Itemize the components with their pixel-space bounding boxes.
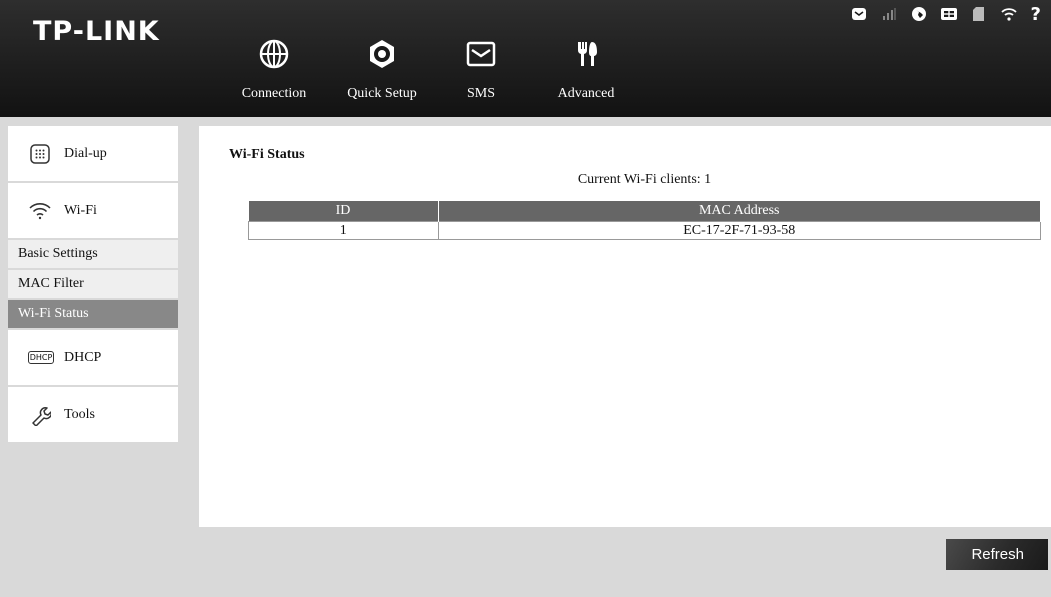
nav-advanced-label: Advanced (557, 86, 615, 101)
quick-setup-icon (370, 40, 394, 68)
sidebar-item-dialup[interactable]: Dial-up (8, 126, 178, 183)
wrench-icon (28, 403, 52, 427)
wifi-clients-table: ID MAC Address 1 EC-17-2F-71-93-58 (248, 201, 1041, 240)
sd-card-icon (971, 6, 987, 22)
wifi-icon (1000, 6, 1017, 22)
sim-icon (940, 6, 957, 22)
nav-connection-label: Connection (241, 86, 307, 101)
sidebar-subitem-basic-settings[interactable]: Basic Settings (8, 240, 178, 270)
sidebar-item-label: Wi-Fi (64, 202, 97, 218)
page-title: Wi-Fi Status (229, 147, 305, 162)
envelope-icon (466, 41, 496, 67)
table-row: 1 EC-17-2F-71-93-58 (248, 221, 1041, 240)
sidebar-subitem-mac-filter[interactable]: MAC Filter (8, 270, 178, 300)
dhcp-icon: DHCP (26, 346, 56, 370)
cell-mac: EC-17-2F-71-93-58 (437, 221, 1041, 240)
nav-quick-setup[interactable]: Quick Setup (337, 38, 427, 102)
cell-id: 1 (248, 221, 439, 240)
column-header-id: ID (248, 201, 439, 222)
tools-icon (577, 42, 597, 66)
top-header: TP-LINK Connection Quick Setup SMS Advan… (0, 0, 1051, 117)
help-icon[interactable]: ? (1031, 4, 1041, 25)
nav-sms[interactable]: SMS (436, 38, 526, 102)
table-header-row: ID MAC Address (248, 201, 1041, 222)
message-icon[interactable] (851, 6, 867, 22)
wifi-icon (28, 199, 52, 223)
main-panel: Wi-Fi Status Current Wi-Fi clients: 1 ID… (199, 126, 1051, 527)
sidebar-item-label: Dial-up (64, 145, 107, 161)
sidebar-item-label: Tools (64, 406, 95, 422)
column-header-mac: MAC Address (438, 201, 1041, 222)
sidebar-item-dhcp[interactable]: DHCP DHCP (8, 330, 178, 387)
nav-advanced[interactable]: Advanced (541, 38, 631, 102)
status-bar: ? (851, 4, 1041, 25)
sidebar-item-tools[interactable]: Tools (8, 387, 178, 444)
nav-quick-setup-label: Quick Setup (347, 86, 417, 101)
signal-icon (881, 6, 897, 22)
globe-icon (259, 39, 289, 69)
sidebar: Dial-up Wi-Fi Basic Settings MAC Filter … (8, 126, 178, 444)
dialup-icon (28, 142, 52, 166)
wifi-clients-count: Current Wi-Fi clients: 1 (577, 172, 712, 187)
nav-connection[interactable]: Connection (229, 38, 319, 102)
refresh-button[interactable]: Refresh (946, 539, 1048, 570)
internet-icon (911, 6, 927, 22)
sidebar-item-label: DHCP (64, 349, 102, 365)
nav-sms-label: SMS (466, 86, 496, 101)
sidebar-subitem-wifi-status[interactable]: Wi-Fi Status (8, 300, 178, 330)
dhcp-icon-text: DHCP (27, 351, 55, 364)
sidebar-item-wifi[interactable]: Wi-Fi (8, 183, 178, 240)
tp-link-logo: TP-LINK (33, 16, 160, 47)
